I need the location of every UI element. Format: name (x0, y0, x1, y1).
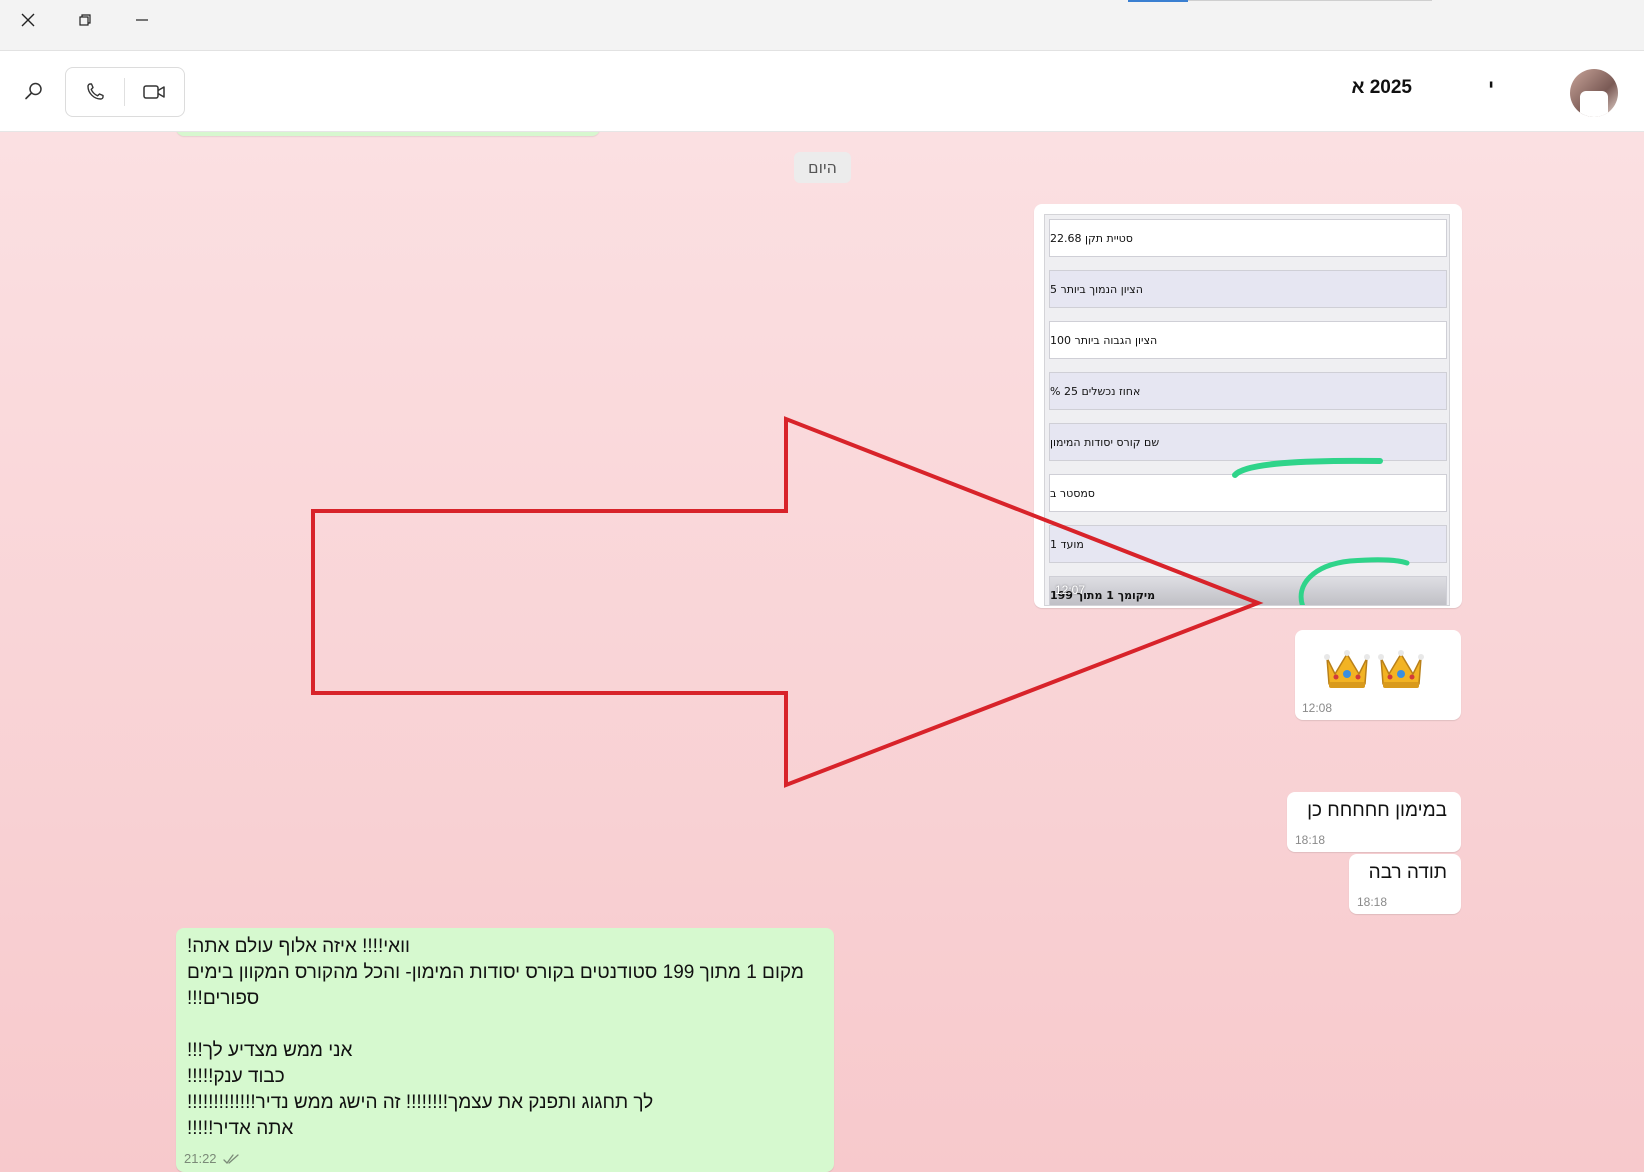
message-line: אני ממש מצדיע לך!!! (187, 1040, 353, 1061)
call-button-group (65, 67, 185, 117)
double-check-icon (222, 1153, 239, 1164)
search-icon (25, 82, 42, 100)
grade-row: מיקומך 1 מתוך 199 (1049, 576, 1447, 605)
grade-row: הציון הנמוך ביותר 5 (1049, 270, 1447, 308)
search-button[interactable] (18, 75, 50, 107)
previous-message-edge (176, 132, 600, 136)
grade-row: הציון הגבוה ביותר 100 (1049, 321, 1447, 359)
grade-screenshot[interactable]: סטיית תקן 22.68 הציון הנמוך ביותר 5 הציו… (1044, 214, 1450, 606)
message-time: 21:22 (184, 1151, 217, 1166)
text-message[interactable]: במימון חחחחח כן 18:18 (1287, 792, 1461, 852)
message-line: וואי!!!! איזה אלוף עולם אתה! (187, 936, 410, 957)
phone-icon (87, 83, 104, 100)
message-line: ספורים!!! (187, 988, 260, 1009)
grade-row: סטיית תקן 22.68 (1049, 219, 1447, 257)
message-line: אתה אדיר!!!!! (187, 1118, 294, 1139)
video-icon (143, 85, 165, 99)
crown-emojis (1321, 644, 1427, 692)
grade-row: אחוז נכשלים 25 % (1049, 372, 1447, 410)
grade-row: סמסטר ב (1049, 474, 1447, 512)
minimize-icon (136, 19, 148, 21)
date-separator: היום (794, 152, 852, 183)
message-line: לך תחגוג ותפנק את עצמך!!!!!!!! זה הישג מ… (187, 1092, 654, 1113)
chat-header: 2025 א י (0, 51, 1644, 132)
message-meta: 21:22 (184, 1151, 239, 1166)
title-bar (0, 0, 1644, 51)
emoji-message[interactable]: 12:08 (1295, 630, 1461, 720)
crown-icon (1378, 650, 1424, 688)
restore-window-button[interactable] (57, 0, 113, 40)
chat-area[interactable]: היום סטיית תקן 22.68 הציון הנמוך ביותר 5… (0, 132, 1644, 1172)
chat-title-partial[interactable]: י (1488, 77, 1494, 99)
image-message[interactable]: סטיית תקן 22.68 הציון הנמוך ביותר 5 הציו… (1034, 204, 1462, 608)
text-message[interactable]: תודה רבה 18:18 (1349, 854, 1461, 914)
grade-row: מועד 1 (1049, 525, 1447, 563)
title-divider (1188, 0, 1432, 1)
chat-title[interactable]: 2025 א (1351, 77, 1412, 99)
crown-icon (1324, 650, 1370, 688)
minimize-window-button[interactable] (114, 0, 170, 40)
message-time: 12:08 (1302, 701, 1333, 715)
close-window-button[interactable] (0, 0, 56, 40)
restore-icon (79, 14, 91, 26)
message-line: כבוד ענק!!!!! (187, 1066, 285, 1087)
message-line: מקום 1 מתוך 199 סטודנטים בקורס יסודות המ… (187, 962, 804, 983)
highlight-stroke (1232, 457, 1383, 478)
outgoing-message[interactable]: וואי!!!! איזה אלוף עולם אתה! מקום 1 מתוך… (176, 928, 834, 1172)
avatar[interactable] (1570, 69, 1618, 117)
message-time: 12:07 (1055, 583, 1086, 597)
message-text: תודה רבה (1368, 862, 1447, 883)
grade-row: שם קורס יסודות המימון (1049, 423, 1447, 461)
message-time: 18:18 (1295, 833, 1326, 847)
voice-call-button[interactable] (66, 68, 124, 116)
video-call-button[interactable] (125, 68, 183, 116)
message-text: במימון חחחחח כן (1307, 800, 1447, 821)
title-accent-line (1128, 0, 1188, 2)
close-icon (21, 13, 35, 27)
message-time: 18:18 (1357, 895, 1388, 909)
